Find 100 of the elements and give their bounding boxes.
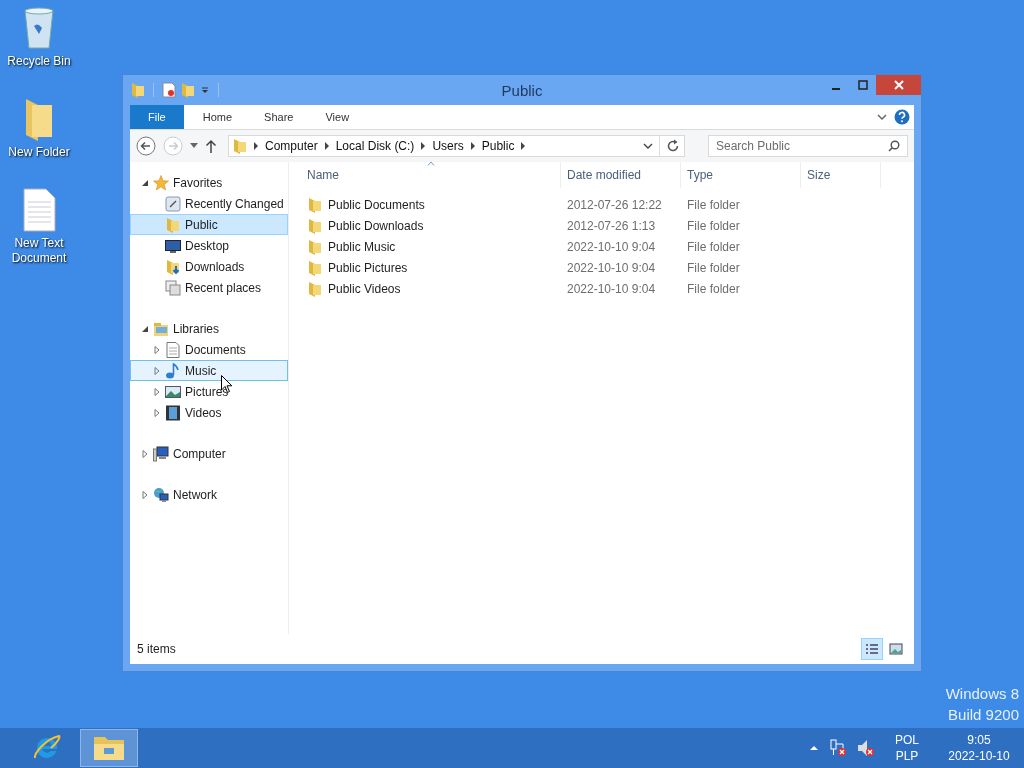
clock-time: 9:05 <box>967 732 991 748</box>
language-code: POL <box>895 732 919 748</box>
type-cell-text: File folder <box>686 218 741 233</box>
keyboard-layout-code: PLP <box>895 748 919 764</box>
expand-arrow-icon[interactable] <box>141 490 149 499</box>
tree-item[interactable]: Recently Changed <box>130 193 288 214</box>
search-icon <box>888 140 900 152</box>
star-icon <box>153 174 169 191</box>
details-list-icon <box>865 643 879 655</box>
film-strip-icon <box>165 404 181 421</box>
file-name[interactable]: Public Documents <box>328 197 425 212</box>
type-cell-text: File folder <box>686 197 741 212</box>
date-modified-cell-text: 2022-10-10 9:04 <box>566 260 657 275</box>
expand-arrow-icon[interactable] <box>153 345 161 354</box>
folder-icon <box>92 734 126 762</box>
expand-ribbon-icon[interactable] <box>876 112 888 122</box>
collapse-arrow-icon[interactable] <box>141 178 149 187</box>
clock-date: 2022-10-10 <box>948 748 1010 764</box>
maximize-icon <box>857 80 868 90</box>
breadcrumb-arrow-icon[interactable] <box>323 142 330 150</box>
tree-item[interactable]: Videos <box>130 402 288 423</box>
breadcrumb-item[interactable]: Computer <box>265 139 318 153</box>
minimize-icon <box>831 88 840 90</box>
type-cell-text: File folder <box>686 239 741 254</box>
breadcrumb-arrow-icon[interactable] <box>469 142 476 150</box>
music-note-icon <box>165 362 181 379</box>
date-modified-cell-text: 2022-10-10 9:04 <box>566 281 657 296</box>
recent-changes-icon <box>165 195 181 212</box>
document-icon <box>165 341 181 358</box>
tree-item[interactable]: Libraries <box>173 321 220 336</box>
item-count: 5 items <box>137 642 176 656</box>
column-header[interactable]: Name <box>301 162 561 188</box>
type-cell-text: File folder <box>686 260 741 275</box>
tree-item[interactable]: Favorites <box>173 175 223 190</box>
file-explorer-taskbar-button[interactable] <box>80 729 138 767</box>
show-hidden-icons-icon[interactable] <box>809 745 819 751</box>
date-modified-cell-text: 2022-10-10 9:04 <box>566 239 657 254</box>
tree-item[interactable]: Downloads <box>130 256 288 277</box>
file-name[interactable]: Public Videos <box>328 281 401 296</box>
library-icon <box>153 320 169 337</box>
tree-item[interactable]: Desktop <box>130 235 288 256</box>
column-header[interactable]: Type <box>681 162 801 188</box>
recycle-bin-icon[interactable] <box>22 6 56 50</box>
network-disconnected-icon[interactable] <box>829 739 847 757</box>
breadcrumb-arrow-icon[interactable] <box>253 142 259 150</box>
window-title: Public <box>500 81 544 99</box>
tree-item[interactable]: Public <box>130 214 288 235</box>
text-document-icon[interactable] <box>22 188 56 232</box>
picture-icon <box>889 643 903 655</box>
dropdown-caret-icon[interactable] <box>200 85 210 95</box>
expand-arrow-icon[interactable] <box>153 387 161 396</box>
recent-places-icon <box>165 279 181 296</box>
ribbon-tab[interactable]: File <box>130 105 184 129</box>
os-version-text: Windows 8 <box>945 684 1019 704</box>
breadcrumb-arrow-icon[interactable] <box>420 142 427 150</box>
type-cell-text: File folder <box>686 281 741 296</box>
breadcrumb-arrow-icon[interactable] <box>520 142 527 150</box>
network-icon <box>153 486 169 503</box>
refresh-icon[interactable] <box>666 139 680 153</box>
tree-item[interactable]: Music <box>130 360 288 381</box>
os-version-text: Build 9200 <box>948 705 1019 725</box>
properties-icon[interactable] <box>162 82 176 98</box>
dropdown-caret-icon[interactable] <box>643 142 653 150</box>
details-view-button[interactable] <box>861 638 883 660</box>
file-name[interactable]: Public Pictures <box>328 260 408 275</box>
collapse-arrow-icon[interactable] <box>141 324 149 333</box>
expand-arrow-icon[interactable] <box>153 408 161 417</box>
file-name[interactable]: Public Downloads <box>328 218 424 233</box>
help-icon[interactable] <box>894 109 910 125</box>
date-modified-cell-text: 2012-07-26 12:22 <box>566 197 663 212</box>
breadcrumb-item[interactable]: Public <box>481 139 515 153</box>
expand-arrow-icon[interactable] <box>141 449 149 458</box>
folder-icon <box>233 138 247 154</box>
address-bar[interactable]: Computer Local Disk (C:) Users Public <box>228 135 685 157</box>
expand-arrow-icon[interactable] <box>153 366 161 375</box>
tree-item[interactable]: Documents <box>130 339 288 360</box>
speaker-muted-icon[interactable] <box>857 739 875 757</box>
computer-icon <box>153 445 169 462</box>
file-name[interactable]: Public Music <box>328 239 396 254</box>
close-icon <box>893 80 904 90</box>
clock[interactable]: 9:05 2022-10-10 <box>939 732 1019 764</box>
up-arrow-icon[interactable] <box>205 139 217 153</box>
tree-item[interactable]: Recent places <box>130 277 288 298</box>
search-field[interactable]: Search Public <box>708 135 908 157</box>
column-header[interactable]: Size <box>801 162 881 188</box>
downloads-folder-icon <box>165 258 181 275</box>
date-modified-cell-text: 2012-07-26 1:13 <box>566 218 657 233</box>
input-language-indicator[interactable]: POL PLP <box>895 732 919 764</box>
tree-item[interactable]: Pictures <box>130 381 288 402</box>
tree-item[interactable]: Computer <box>173 446 226 461</box>
desktop-icon <box>165 237 181 254</box>
column-header[interactable]: Date modified <box>561 162 681 188</box>
breadcrumb-item[interactable]: Users <box>432 139 464 153</box>
folder-icon <box>165 216 181 233</box>
breadcrumb-item[interactable]: Local Disk (C:) <box>335 139 415 153</box>
picture-icon <box>165 383 181 400</box>
tree-item[interactable]: Network <box>173 487 217 502</box>
recent-locations-caret-icon[interactable] <box>190 143 198 149</box>
close-button[interactable] <box>876 75 921 95</box>
back-icon[interactable] <box>136 136 156 156</box>
